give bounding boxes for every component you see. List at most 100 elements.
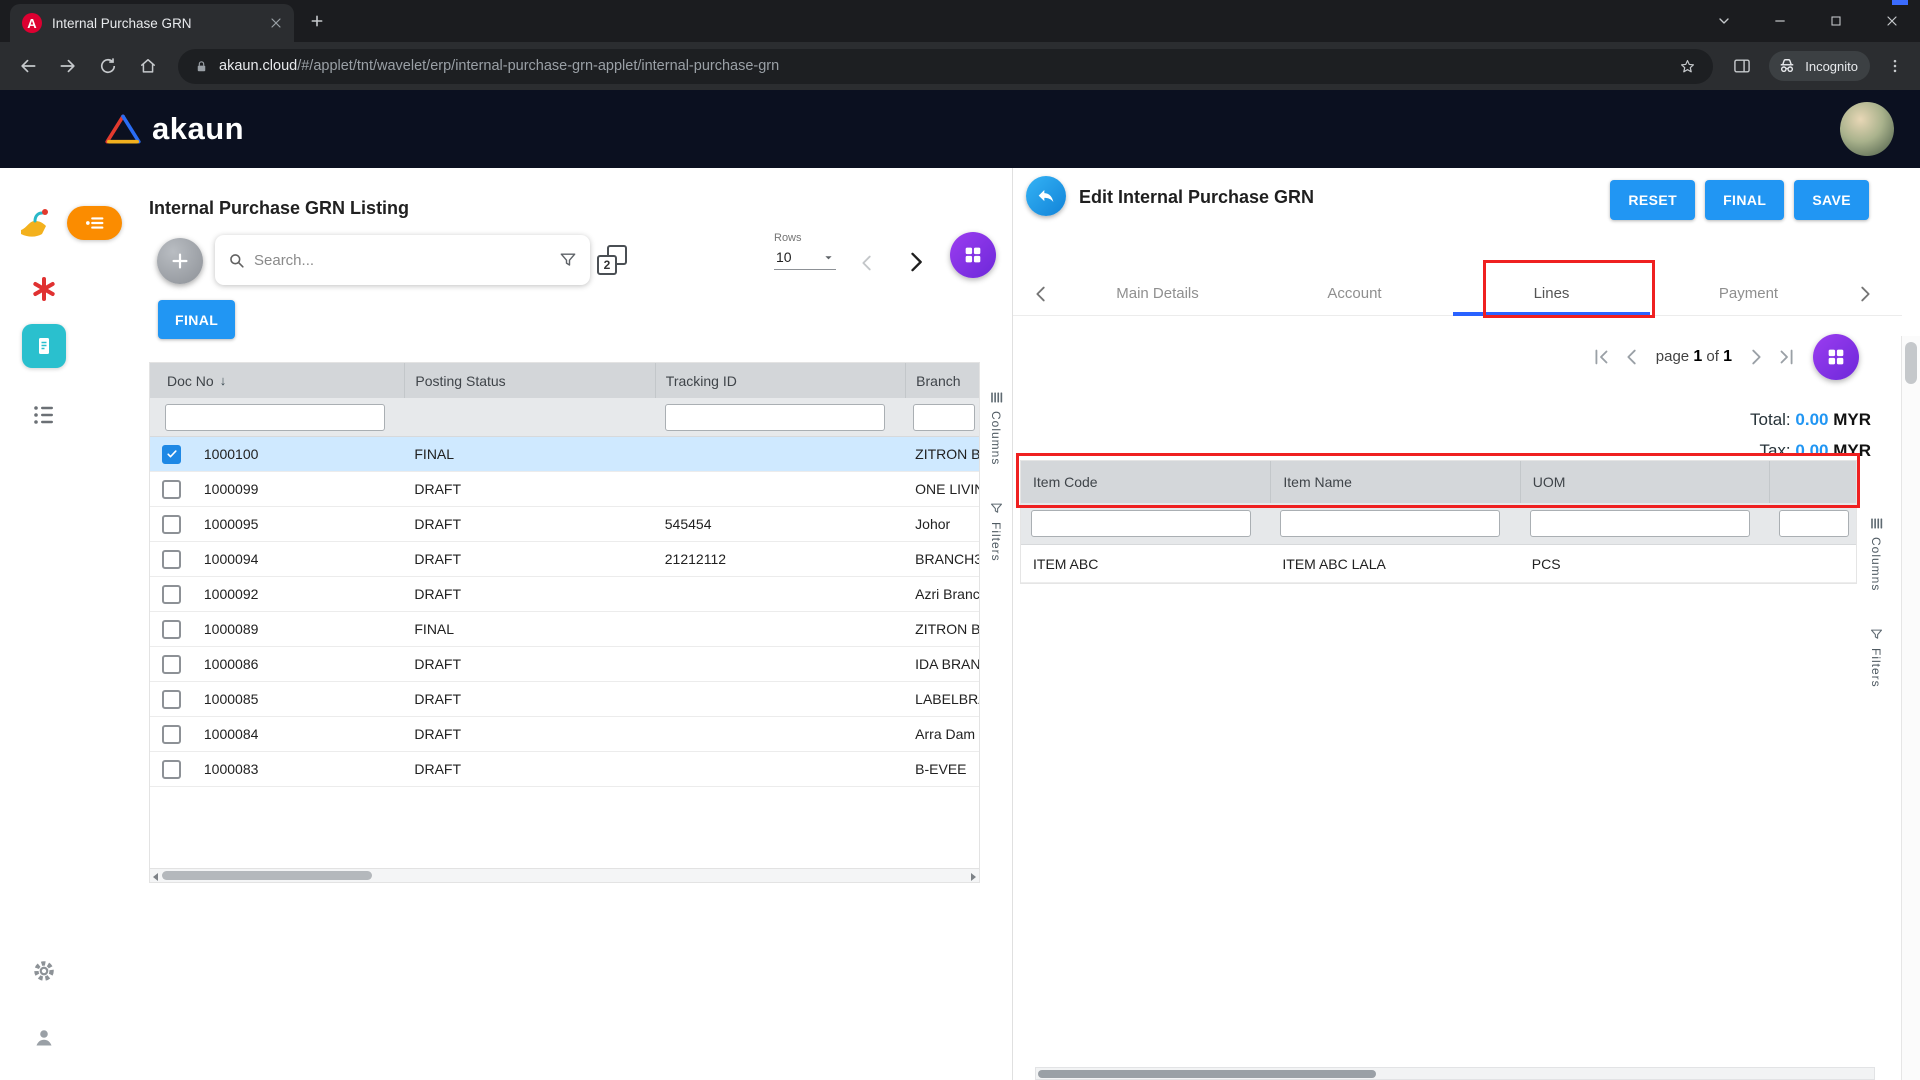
profile-person-icon[interactable] <box>32 1026 56 1050</box>
row-checkbox[interactable] <box>162 655 181 674</box>
table-row[interactable]: 1000085 DRAFT LABELBRA <box>150 682 979 717</box>
tab-account[interactable]: Account <box>1256 272 1453 315</box>
next-page-icon[interactable] <box>1745 346 1767 368</box>
address-bar[interactable]: akaun.cloud/#/applet/tnt/wavelet/erp/int… <box>178 49 1713 84</box>
grid-view-button[interactable] <box>1813 334 1859 380</box>
prev-page-icon[interactable] <box>1621 346 1643 368</box>
last-page-icon[interactable] <box>1776 346 1798 368</box>
columns-toggle[interactable]: Columns <box>989 390 1004 465</box>
clipped-filter-input[interactable] <box>1779 510 1849 537</box>
grid-view-button[interactable] <box>950 232 996 278</box>
lock-icon[interactable] <box>194 59 209 74</box>
back-button-circle[interactable] <box>1026 176 1066 216</box>
save-button[interactable]: SAVE <box>1794 180 1869 220</box>
new-tab-button[interactable] <box>300 4 334 38</box>
search-input[interactable] <box>254 252 550 269</box>
minimize-button[interactable] <box>1752 0 1808 42</box>
uom-filter-input[interactable] <box>1530 510 1750 537</box>
next-page-icon[interactable] <box>902 248 930 276</box>
table-row[interactable]: 1000099 DRAFT ONE LIVIN <box>150 472 979 507</box>
browser-tab[interactable]: A Internal Purchase GRN <box>10 4 294 42</box>
row-checkbox[interactable] <box>162 585 181 604</box>
akaun-logo[interactable]: akaun <box>104 111 244 147</box>
filters-toggle[interactable]: Filters <box>989 501 1004 562</box>
scrollbar-thumb[interactable] <box>1905 342 1917 384</box>
filter-funnel-icon[interactable] <box>558 250 578 270</box>
tab-close-icon[interactable] <box>268 15 284 31</box>
scroll-left-arrow[interactable] <box>153 873 158 881</box>
tab-payment[interactable]: Payment <box>1650 272 1847 315</box>
header-item-name[interactable]: Item Name <box>1270 461 1519 503</box>
reset-button[interactable]: RESET <box>1610 180 1695 220</box>
scroll-right-arrow[interactable] <box>971 873 976 881</box>
lines-header-row: Item Code Item Name UOM <box>1021 461 1856 503</box>
tracking-id-filter-input[interactable] <box>665 404 885 431</box>
first-page-icon[interactable] <box>1590 346 1612 368</box>
horizontal-scrollbar[interactable] <box>150 868 979 882</box>
dual-pane-icon[interactable]: 2 <box>597 245 627 275</box>
table-row[interactable]: 1000089 FINAL ZITRON B <box>150 612 979 647</box>
line-item-row[interactable]: ITEM ABC ITEM ABC LALA PCS <box>1021 545 1856 583</box>
header-doc-no[interactable]: Doc No ↓ <box>150 363 404 398</box>
item-name-filter-input[interactable] <box>1280 510 1500 537</box>
row-checkbox[interactable] <box>162 515 181 534</box>
row-checkbox[interactable] <box>162 760 181 779</box>
sort-desc-icon[interactable]: ↓ <box>220 373 227 388</box>
hand-applet-icon[interactable] <box>15 204 55 244</box>
item-code-filter-input[interactable] <box>1031 510 1251 537</box>
table-row[interactable]: 1000100 FINAL ZITRON B <box>150 437 979 472</box>
add-record-button[interactable] <box>157 238 203 284</box>
home-button[interactable] <box>130 48 166 84</box>
tab-lines[interactable]: Lines <box>1453 272 1650 315</box>
side-panel-icon[interactable] <box>1725 49 1759 83</box>
table-row[interactable]: 1000086 DRAFT IDA BRAN <box>150 647 979 682</box>
row-checkbox[interactable] <box>162 725 181 744</box>
applet-menu-toggle[interactable] <box>67 206 122 240</box>
table-row[interactable]: 1000092 DRAFT Azri Branc <box>150 577 979 612</box>
red-applet-icon[interactable] <box>29 274 59 304</box>
columns-toggle[interactable]: Columns <box>1869 516 1884 591</box>
tab-main-details[interactable]: Main Details <box>1059 272 1256 315</box>
horizontal-scrollbar[interactable] <box>1035 1067 1875 1080</box>
row-checkbox[interactable] <box>162 445 181 464</box>
browser-menu-icon[interactable] <box>1880 51 1910 81</box>
row-checkbox[interactable] <box>162 690 181 709</box>
window-scrollbar[interactable] <box>1901 336 1920 1080</box>
table-header-row: Doc No ↓ Posting Status Tracking ID Bran… <box>150 363 979 398</box>
table-row[interactable]: 1000084 DRAFT Arra Dam <box>150 717 979 752</box>
maximize-button[interactable] <box>1808 0 1864 42</box>
tab-search-icon[interactable] <box>1696 0 1752 42</box>
doc-no-filter-input[interactable] <box>165 404 385 431</box>
header-uom[interactable]: UOM <box>1520 461 1769 503</box>
row-checkbox[interactable] <box>162 550 181 569</box>
list-menu-icon[interactable] <box>32 403 56 427</box>
row-checkbox[interactable] <box>162 620 181 639</box>
rows-select[interactable]: 10 <box>774 244 836 270</box>
settings-gear-icon[interactable] <box>31 958 57 984</box>
prev-page-icon[interactable] <box>856 252 878 274</box>
tabs-scroll-left-icon[interactable] <box>1023 282 1059 306</box>
row-checkbox[interactable] <box>162 480 181 499</box>
table-row[interactable]: 1000083 DRAFT B-EVEE <box>150 752 979 787</box>
header-branch[interactable]: Branch <box>905 363 979 398</box>
table-row[interactable]: 1000094 DRAFT 21212112 BRANCH3 <box>150 542 979 577</box>
filters-toggle[interactable]: Filters <box>1869 627 1884 688</box>
forward-button[interactable] <box>50 48 86 84</box>
user-avatar[interactable] <box>1840 102 1894 156</box>
back-button[interactable] <box>10 48 46 84</box>
header-posting-status[interactable]: Posting Status <box>404 363 654 398</box>
branch-filter-input[interactable] <box>913 404 975 431</box>
scrollbar-thumb[interactable] <box>1038 1070 1376 1078</box>
reload-button[interactable] <box>90 48 126 84</box>
table-row[interactable]: 1000095 DRAFT 545454 Johor <box>150 507 979 542</box>
final-filter-button[interactable]: FINAL <box>158 300 235 339</box>
close-window-button[interactable] <box>1864 0 1920 42</box>
tabs-scroll-right-icon[interactable] <box>1847 282 1883 306</box>
bookmark-star-icon[interactable] <box>1678 57 1697 76</box>
header-tracking-id[interactable]: Tracking ID <box>655 363 905 398</box>
filters-funnel-icon <box>1869 627 1884 642</box>
document-applet-icon[interactable] <box>22 324 66 368</box>
header-item-code[interactable]: Item Code <box>1021 461 1270 503</box>
final-button[interactable]: FINAL <box>1705 180 1784 220</box>
scrollbar-thumb[interactable] <box>162 871 372 880</box>
